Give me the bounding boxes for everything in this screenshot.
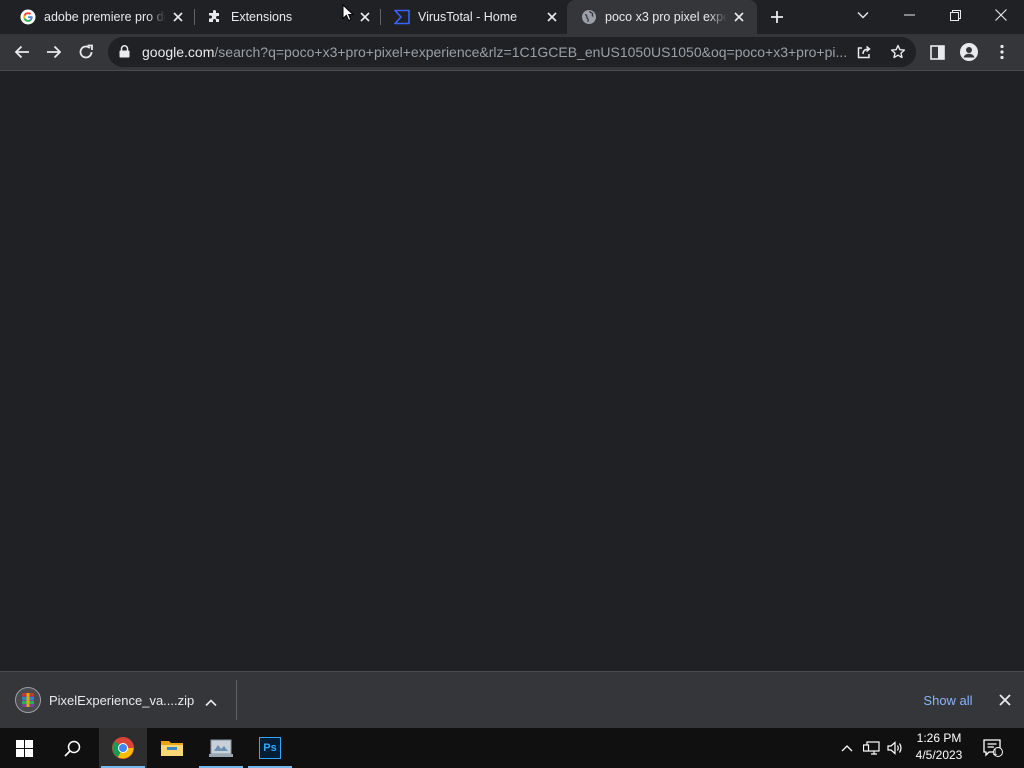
globe-icon (581, 9, 597, 25)
restore-icon (949, 9, 961, 21)
lock-icon[interactable] (119, 45, 130, 63)
windows-taskbar: Ps 1:26 PM 4/5/2023 1 (0, 728, 1024, 768)
download-file-name: PixelExperience_va....zip (49, 693, 195, 708)
taskbar-clock[interactable]: 1:26 PM 4/5/2023 (905, 730, 973, 766)
taskbar-file-explorer[interactable] (148, 728, 196, 768)
page-content (0, 71, 1024, 671)
virustotal-icon (394, 9, 410, 25)
tab-title: Extensions (231, 10, 293, 24)
archive-file-icon (15, 687, 41, 718)
close-icon (995, 9, 1007, 21)
address-bar[interactable]: google.com/search?q=poco+x3+pro+pixel+ex… (108, 37, 916, 67)
tab-search-button[interactable] (840, 0, 886, 30)
taskbar-chrome[interactable] (99, 728, 147, 768)
clock-time: 1:26 PM (916, 731, 962, 745)
notification-count: 1 (992, 747, 998, 757)
chevron-down-icon (857, 12, 869, 19)
close-tab-icon[interactable] (731, 9, 747, 25)
back-button[interactable] (7, 37, 37, 67)
url-host: google.com (142, 44, 215, 60)
action-center-button[interactable]: 1 (980, 728, 1006, 768)
close-window-button[interactable] (978, 0, 1024, 30)
close-tab-icon[interactable] (544, 9, 560, 25)
close-tab-icon[interactable] (170, 9, 186, 25)
tab-title: poco x3 pro pixel expe (605, 10, 727, 24)
tab-poco-search[interactable]: poco x3 pro pixel expe (567, 0, 757, 34)
download-divider (236, 680, 237, 720)
network-tray-button[interactable] (860, 728, 882, 768)
network-icon (862, 741, 880, 755)
windows-logo-icon (15, 739, 33, 757)
chevron-up-icon[interactable] (205, 694, 217, 712)
bookmark-star-icon[interactable] (890, 44, 906, 65)
avatar-icon (960, 43, 978, 61)
download-item[interactable]: PixelExperience_va....zip (0, 672, 236, 728)
browser-toolbar: google.com/search?q=poco+x3+pro+pixel+ex… (0, 34, 1024, 71)
download-shelf: PixelExperience_va....zip Show all (0, 671, 1024, 728)
scanner-app-icon (209, 739, 233, 757)
restore-button[interactable] (932, 0, 978, 30)
minimize-button[interactable] (886, 0, 932, 30)
show-hidden-icons-button[interactable] (836, 728, 858, 768)
mouse-cursor-icon (342, 3, 355, 27)
taskbar-search-button[interactable] (48, 728, 96, 768)
more-vertical-icon (1000, 44, 1004, 60)
volume-tray-button[interactable] (884, 728, 906, 768)
taskbar-photoshop[interactable]: Ps (246, 728, 294, 768)
clock-date: 4/5/2023 (915, 748, 963, 762)
side-panel-button[interactable] (922, 37, 952, 67)
tab-title: adobe premiere pro do (44, 10, 166, 24)
close-download-shelf-icon[interactable] (999, 693, 1011, 711)
photoshop-icon: Ps (259, 737, 281, 759)
folder-icon (161, 741, 183, 756)
start-button[interactable] (0, 728, 48, 768)
tab-adobe-premiere[interactable]: adobe premiere pro do (0, 0, 194, 34)
tab-title: VirusTotal - Home (418, 10, 518, 24)
share-icon[interactable] (856, 44, 872, 65)
tab-strip: adobe premiere pro do Extensions VirusTo… (0, 0, 1024, 34)
reload-icon (79, 44, 93, 59)
tab-virustotal[interactable]: VirusTotal - Home (374, 0, 568, 34)
minimize-icon (903, 14, 915, 16)
arrow-left-icon (14, 45, 29, 59)
taskbar-scanner-app[interactable] (197, 728, 245, 768)
url-path: /search?q=poco+x3+pro+pixel+experience&r… (214, 44, 848, 60)
url-text[interactable]: google.com/search?q=poco+x3+pro+pixel+ex… (142, 44, 852, 60)
speaker-icon (886, 741, 902, 755)
new-tab-button[interactable] (762, 2, 792, 32)
profile-button[interactable] (954, 37, 984, 67)
puzzle-piece-icon (207, 9, 223, 25)
arrow-right-icon (47, 45, 62, 59)
side-panel-icon (929, 44, 945, 60)
chrome-icon (112, 737, 134, 759)
show-all-downloads-link[interactable]: Show all (914, 690, 982, 712)
reload-button[interactable] (71, 37, 101, 67)
forward-button[interactable] (39, 37, 69, 67)
search-icon (63, 740, 80, 757)
chevron-up-icon (841, 745, 853, 752)
plus-icon (771, 11, 783, 23)
close-tab-icon[interactable] (357, 9, 373, 25)
menu-button[interactable] (987, 37, 1017, 67)
google-g-icon (20, 9, 36, 25)
